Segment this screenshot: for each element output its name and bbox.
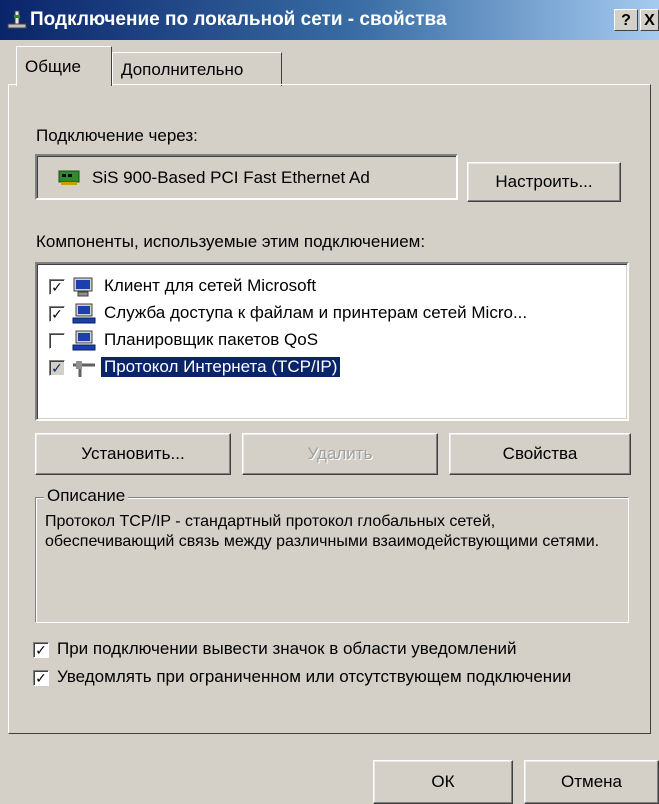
list-item[interactable]: ✓ Служба доступа к файлам и принтерам се…: [49, 301, 609, 328]
configure-button[interactable]: Настроить...: [467, 162, 621, 202]
ok-button[interactable]: ОК: [373, 760, 513, 804]
install-button[interactable]: Установить...: [35, 433, 231, 475]
component-checkbox[interactable]: [49, 333, 65, 349]
tab-advanced[interactable]: Дополнительно: [112, 52, 282, 86]
network-connection-icon: [7, 10, 27, 29]
components-list[interactable]: ✓ Клиент для сетей Microsoft ✓ Служба до…: [35, 262, 629, 421]
components-label: Компоненты, используемые этим подключени…: [36, 232, 426, 251]
file-printer-service-icon: [72, 303, 96, 324]
show-icon-label: При подключении вывести значок в области…: [57, 639, 517, 658]
help-button[interactable]: ?: [614, 9, 638, 31]
component-label: Планировщик пакетов QoS: [104, 330, 319, 349]
window-title: Подключение по локальной сети - свойства: [30, 9, 447, 30]
network-protocol-icon: [73, 361, 95, 377]
component-checkbox[interactable]: ✓: [49, 279, 65, 295]
show-icon-checkbox[interactable]: ✓: [33, 642, 49, 658]
tab-general[interactable]: Общие: [16, 46, 112, 86]
notify-checkbox[interactable]: ✓: [33, 670, 49, 686]
notify-label: Уведомлять при ограниченном или отсутств…: [57, 667, 572, 686]
list-item[interactable]: ✓ Протокол Интернета (TCP/IP): [49, 355, 609, 382]
close-button[interactable]: X: [640, 9, 659, 31]
description-title: Описание: [44, 486, 129, 506]
component-checkbox[interactable]: ✓: [49, 306, 65, 322]
qos-scheduler-icon: [72, 330, 96, 351]
title-bar[interactable]: Подключение по локальной сети - свойства…: [0, 0, 659, 40]
list-item[interactable]: ✓ Клиент для сетей Microsoft: [49, 274, 609, 301]
network-client-icon: [73, 277, 93, 297]
tab-advanced-label: Дополнительно: [121, 60, 244, 79]
remove-button[interactable]: Удалить: [242, 433, 438, 475]
connect-via-label: Подключение через:: [36, 126, 198, 145]
tab-general-label: Общие: [25, 57, 81, 76]
component-checkbox[interactable]: ✓: [49, 360, 65, 376]
adapter-box: SiS 900-Based PCI Fast Ethernet Ad: [35, 154, 458, 200]
cancel-button[interactable]: Отмена: [524, 760, 659, 804]
list-item[interactable]: Планировщик пакетов QoS: [49, 328, 609, 355]
properties-button[interactable]: Свойства: [449, 433, 631, 475]
component-label: Протокол Интернета (TCP/IP): [101, 357, 341, 377]
component-label: Служба доступа к файлам и принтерам сете…: [104, 303, 528, 322]
description-text: Протокол TCP/IP - стандартный протокол г…: [45, 513, 600, 550]
adapter-name: SiS 900-Based PCI Fast Ethernet Ad: [92, 168, 370, 187]
component-label: Клиент для сетей Microsoft: [104, 276, 317, 295]
network-adapter-icon: [58, 170, 80, 185]
